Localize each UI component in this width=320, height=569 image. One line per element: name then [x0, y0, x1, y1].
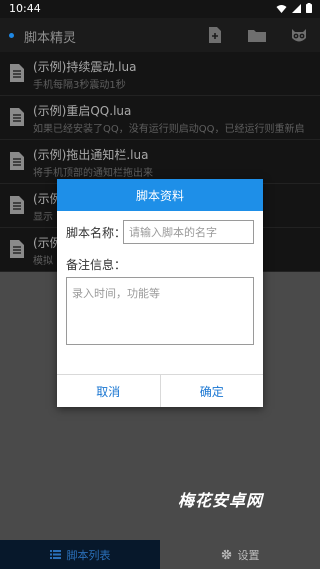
- script-name: (示例)持续震动.lua: [33, 60, 137, 74]
- app-title: 脚本精灵: [24, 31, 77, 46]
- document-icon: [10, 240, 24, 258]
- list-item[interactable]: (示例)拖出通知栏.lua 将手机顶部的通知栏拖出来: [0, 140, 320, 184]
- script-description: 如果已经安装了QQ，没有运行则启动QQ，已经运行则重新启: [33, 124, 305, 135]
- document-icon: [10, 196, 24, 214]
- app-bar-actions: [194, 18, 320, 52]
- document-icon: [10, 152, 24, 170]
- gear-icon: [221, 549, 231, 560]
- document-icon: [10, 64, 24, 82]
- script-info-dialog: 脚本资料 脚本名称： 备注信息： 取消 确定: [57, 179, 263, 407]
- document-icon: [10, 108, 24, 126]
- script-description: 模拟: [33, 256, 53, 267]
- list-icon: [49, 550, 61, 559]
- script-name-label: 脚本名称：: [66, 226, 127, 240]
- wifi-icon: [276, 4, 287, 13]
- signal-icon: [292, 3, 301, 13]
- script-name-input[interactable]: [123, 220, 254, 244]
- battery-icon: [306, 3, 312, 13]
- script-description: 显示: [33, 212, 53, 223]
- tab-label: 设置: [237, 548, 260, 562]
- script-description: 手机每隔3秒震动1秒: [33, 80, 126, 91]
- new-script-icon: [209, 27, 221, 43]
- script-name: (示例)重启QQ.lua: [33, 104, 132, 118]
- app-bar: 脚本精灵: [0, 18, 320, 52]
- note-label: 备注信息：: [66, 258, 127, 272]
- owl-button[interactable]: [278, 18, 320, 52]
- list-item[interactable]: (示例)持续震动.lua 手机每隔3秒震动1秒: [0, 52, 320, 96]
- folder-icon: [248, 29, 266, 42]
- script-description: 将手机顶部的通知栏拖出来: [33, 168, 153, 179]
- bottom-nav: 脚本列表 设置: [0, 540, 320, 569]
- dialog-title: 脚本资料: [57, 179, 263, 211]
- status-bar: 10:44: [0, 0, 320, 18]
- app-indicator-dot: [9, 33, 14, 38]
- list-item[interactable]: (示例)重启QQ.lua 如果已经安装了QQ，没有运行则启动QQ，已经运行则重新…: [0, 96, 320, 140]
- open-folder-button[interactable]: [236, 18, 278, 52]
- tab-label: 脚本列表: [66, 548, 111, 562]
- note-input[interactable]: [66, 277, 254, 345]
- system-icons: [276, 3, 312, 13]
- new-script-button[interactable]: [194, 18, 236, 52]
- owl-icon: [292, 28, 306, 41]
- dialog-actions: 取消 确定: [57, 374, 263, 407]
- status-time: 10:44: [9, 2, 41, 15]
- confirm-button[interactable]: 确定: [160, 375, 263, 407]
- watermark-text: 梅花安卓网: [178, 491, 264, 510]
- tab-settings[interactable]: 设置: [160, 540, 320, 569]
- tab-script-list[interactable]: 脚本列表: [0, 540, 160, 569]
- script-name: (示例)拖出通知栏.lua: [33, 148, 149, 162]
- cancel-button[interactable]: 取消: [57, 375, 160, 407]
